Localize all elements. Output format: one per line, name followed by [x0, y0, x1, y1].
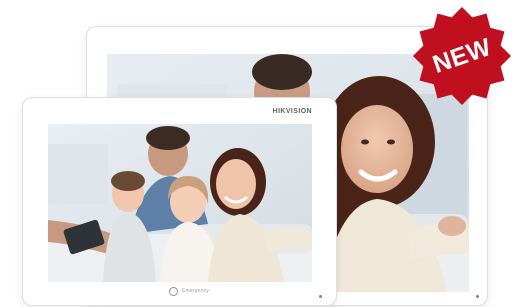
front-monitor: HIKVISION Emergency	[23, 98, 336, 305]
product-hero: HIKVISION HIKVISION	[0, 0, 513, 307]
front-monitor-screen	[48, 124, 312, 282]
home-button-label: Emergency	[182, 288, 210, 294]
front-brand-label: HIKVISION	[272, 108, 312, 115]
home-button[interactable]: Emergency	[169, 286, 209, 296]
home-ring-icon	[169, 286, 178, 296]
family-photo	[48, 124, 312, 282]
back-status-led	[476, 295, 479, 298]
front-status-led	[319, 295, 322, 298]
